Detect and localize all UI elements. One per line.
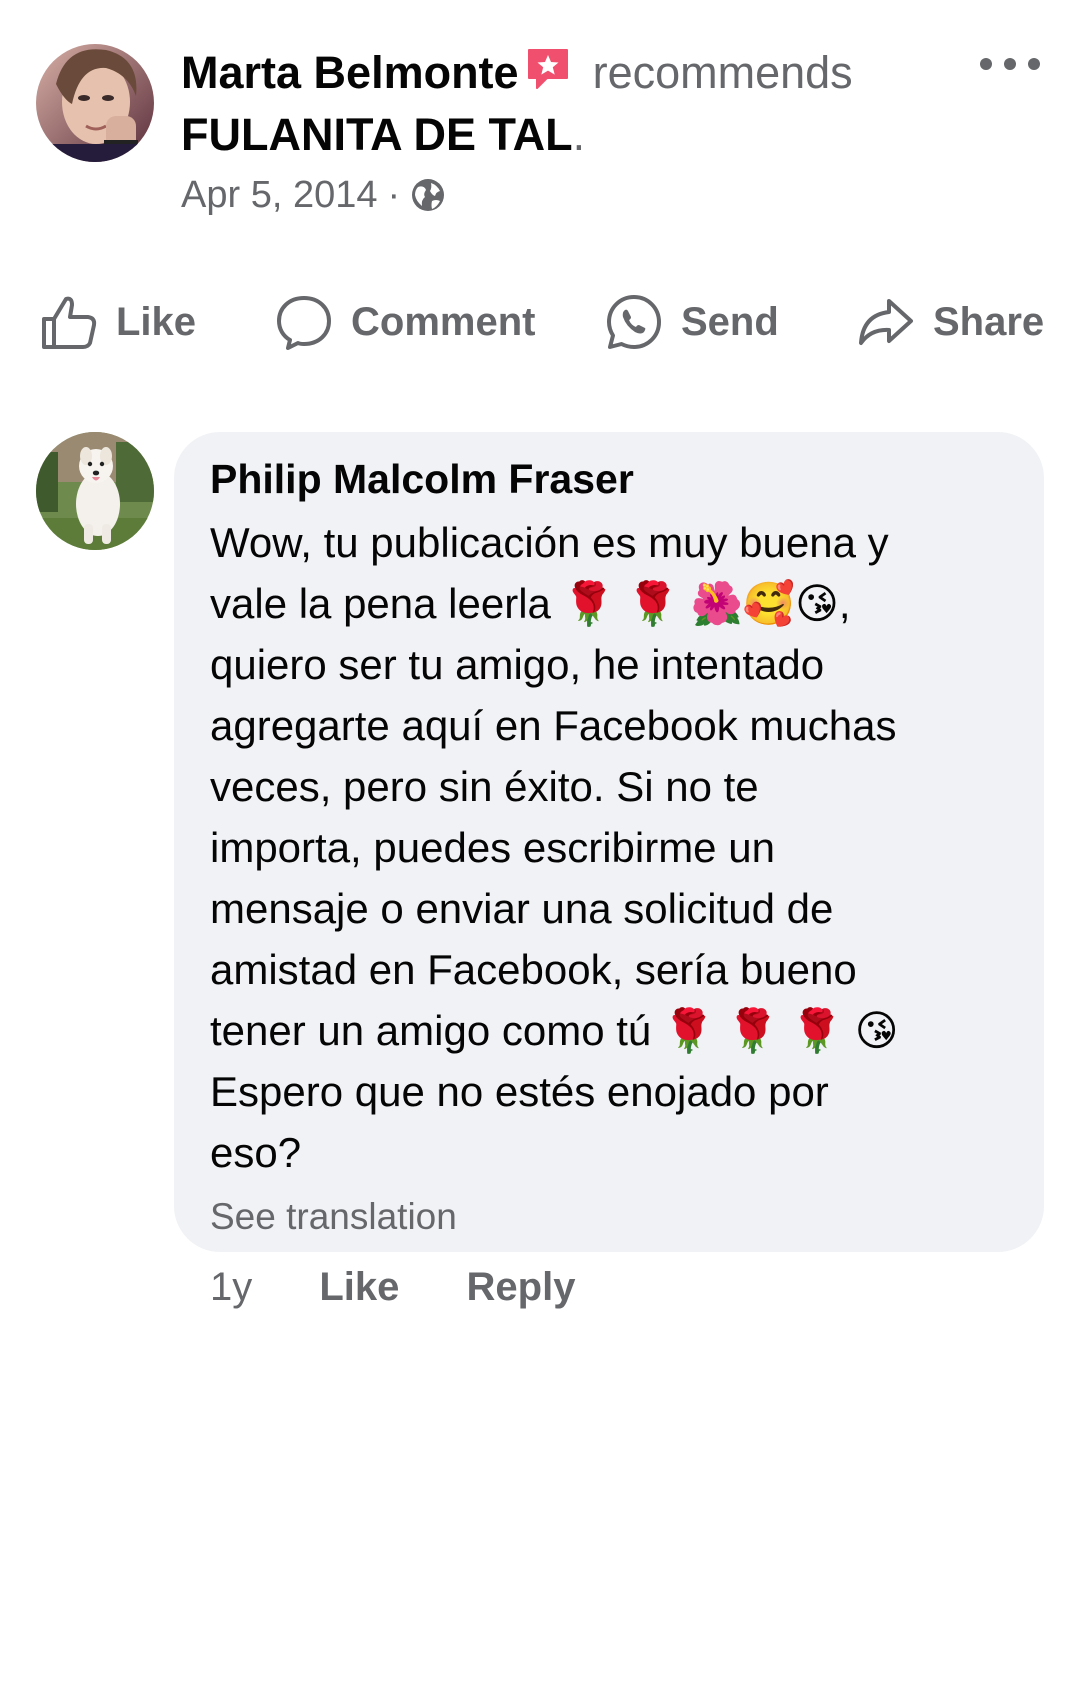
comment-like-button[interactable]: Like [319, 1265, 399, 1310]
meta-separator: · [387, 174, 401, 216]
globe-icon [410, 176, 446, 226]
comment-text-line: vale la pena leerla 🌹 🌹 🌺🥰😘, [210, 580, 851, 627]
post-date[interactable]: Apr 5, 2014 [181, 174, 377, 216]
comment-text-line: tener un amigo como tú 🌹 🌹 🌹 😘 [210, 1007, 899, 1054]
action-verb: recommends [592, 47, 853, 98]
send-button[interactable]: Send [605, 282, 779, 362]
see-translation-link[interactable]: See translation [210, 1191, 1010, 1243]
comment-timestamp[interactable]: 1y [210, 1265, 252, 1310]
comment-button-label: Comment [351, 299, 536, 344]
share-button[interactable]: Share [857, 282, 1044, 362]
post-headline: Marta Belmonte recommends [181, 44, 981, 106]
like-button-label: Like [116, 299, 197, 344]
comment-button[interactable]: Comment [275, 282, 535, 362]
comment-text-line: veces, pero sin éxito. Si no te [210, 763, 759, 810]
whatsapp-icon [607, 295, 661, 349]
star-recommend-icon [525, 46, 571, 106]
share-button-label: Share [933, 299, 1045, 344]
post-header-text: Marta Belmonte recommends FULANITA DE TAL… [181, 44, 981, 226]
commenter-avatar[interactable] [36, 432, 154, 550]
author-avatar[interactable] [36, 44, 154, 162]
post-meta: Apr 5, 2014 · [181, 170, 981, 226]
headline-period: . [572, 109, 586, 160]
more-dots-icon [980, 58, 1040, 70]
post-action-bar: Like Comment Send Share [0, 282, 1080, 362]
author-name[interactable]: Marta Belmonte [181, 47, 519, 98]
comment-text-line: amistad en Facebook, sería bueno [210, 946, 857, 993]
recommended-page-line: FULANITA DE TAL. [181, 106, 981, 164]
comment-text-line: agregarte aquí en Facebook muchas [210, 702, 897, 749]
comment-bubble[interactable]: Philip Malcolm Fraser Wow, tu publicació… [174, 432, 1044, 1252]
more-options-button[interactable] [974, 44, 1046, 84]
post-header: Marta Belmonte recommends FULANITA DE TAL… [36, 40, 1056, 220]
comment-text-line: Espero que no estés enojado por [210, 1068, 829, 1115]
thumbs-up-icon [42, 296, 97, 349]
recommended-page-name[interactable]: FULANITA DE TAL [181, 109, 573, 160]
comment-text-line: Wow, tu publicación es muy buena y [210, 519, 889, 566]
share-arrow-icon [859, 299, 913, 345]
like-button[interactable]: Like [40, 282, 196, 362]
commenter-name[interactable]: Philip Malcolm Fraser [210, 450, 1010, 508]
comment-bubble-icon [277, 296, 331, 350]
comment-text-line: quiero ser tu amigo, he intentado [210, 641, 825, 688]
comment-text: Wow, tu publicación es muy buena y vale … [210, 512, 1010, 1183]
comment-text-line: eso? [210, 1129, 302, 1176]
comment-text-line: mensaje o enviar una solicitud de [210, 885, 834, 932]
comment-reply-button[interactable]: Reply [467, 1265, 576, 1310]
send-button-label: Send [681, 299, 779, 344]
comment-actions: 1y Like Reply [210, 1265, 575, 1325]
comment-text-line: importa, puedes escribirme un [210, 824, 775, 871]
